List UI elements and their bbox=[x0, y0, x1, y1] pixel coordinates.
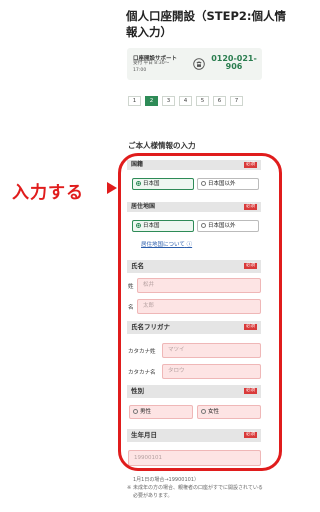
phone-icon bbox=[193, 58, 205, 70]
step-7: 7 bbox=[230, 96, 243, 106]
residence-other-radio[interactable]: 日本国以外 bbox=[197, 220, 259, 232]
kana-sei-label: カタカナ姓 bbox=[128, 349, 156, 355]
required-badge: 必須 bbox=[244, 432, 257, 438]
residence-info-link[interactable]: 居住地国について ⓘ bbox=[141, 240, 192, 248]
nationality-label: 国籍 bbox=[131, 161, 144, 168]
step-indicator: 1 2 3 4 5 6 7 bbox=[128, 96, 243, 106]
kana-header: 氏名フリガナ 必須 bbox=[127, 321, 261, 334]
radio-label: 日本国 bbox=[143, 181, 160, 187]
support-box: 口座開設サポート 受付 平日 8:30〜 17:00 0120-021-906 bbox=[127, 48, 262, 80]
kana-mei-label: カタカナ名 bbox=[128, 370, 156, 376]
annotation-arrow bbox=[107, 182, 117, 194]
sei-input[interactable]: 松井 bbox=[137, 278, 261, 293]
required-badge: 必須 bbox=[244, 324, 257, 330]
step-4: 4 bbox=[179, 96, 192, 106]
residence-header: 居住地国 必須 bbox=[127, 202, 261, 212]
radio-label: 女性 bbox=[208, 409, 220, 415]
required-badge: 必須 bbox=[244, 162, 257, 168]
radio-dot bbox=[136, 181, 141, 186]
page-title: 個人口座開設（STEP2:個人情報入力） bbox=[126, 9, 287, 39]
gender-header: 性別 必須 bbox=[127, 385, 261, 398]
note-item: 1月1日の場合→19900101） bbox=[127, 476, 267, 484]
radio-label: 日本国 bbox=[143, 223, 160, 229]
radio-dot bbox=[136, 223, 141, 228]
section-title: ご本人様情報の入力 bbox=[128, 141, 196, 150]
support-hours: 受付 平日 8:30〜 17:00 bbox=[133, 61, 170, 73]
help-icon: ⓘ bbox=[186, 242, 193, 248]
residence-label: 居住地国 bbox=[131, 203, 156, 210]
required-badge: 必須 bbox=[244, 388, 257, 394]
name-label: 氏名 bbox=[131, 262, 144, 270]
radio-dot bbox=[201, 181, 206, 186]
kana-label: 氏名フリガナ bbox=[131, 323, 170, 331]
name-header: 氏名 必須 bbox=[127, 260, 261, 273]
mei-input[interactable]: 太郎 bbox=[137, 299, 261, 314]
step-6: 6 bbox=[213, 96, 226, 106]
notes: 1月1日の場合→19900101） ※ 未成年の方の場合、親権者の口座がすでに開設… bbox=[127, 476, 267, 500]
birthdate-label: 生年月日 bbox=[131, 431, 157, 439]
bullet: ※ bbox=[127, 485, 132, 491]
residence-japan-radio[interactable]: 日本国 bbox=[132, 220, 194, 232]
nationality-other-radio[interactable]: 日本国以外 bbox=[197, 178, 259, 190]
radio-dot bbox=[133, 409, 138, 414]
annotation-label: 入力する bbox=[12, 183, 84, 203]
radio-label: 日本国以外 bbox=[208, 181, 236, 187]
kana-mei-input[interactable]: タロウ bbox=[162, 364, 261, 379]
radio-dot bbox=[201, 223, 206, 228]
radio-label: 男性 bbox=[140, 409, 152, 415]
note-text: 1月1日の場合→19900101） bbox=[133, 477, 200, 483]
note-item: ※ 未成年の方の場合、親権者の口座がすでに開設されている必要があります。 bbox=[127, 484, 267, 500]
radio-dot bbox=[201, 409, 206, 414]
nationality-header: 国籍 必須 bbox=[127, 160, 261, 170]
gender-male-radio[interactable]: 男性 bbox=[129, 405, 193, 419]
gender-female-radio[interactable]: 女性 bbox=[197, 405, 261, 419]
step-1: 1 bbox=[128, 96, 141, 106]
step-3: 3 bbox=[162, 96, 175, 106]
note-text: 未成年の方の場合、親権者の口座がすでに開設されている必要があります。 bbox=[133, 485, 263, 499]
sei-label: 姓 bbox=[128, 284, 134, 290]
gender-label: 性別 bbox=[131, 387, 144, 395]
link-text: 居住地国について bbox=[141, 242, 185, 248]
radio-label: 日本国以外 bbox=[208, 223, 236, 229]
step-5: 5 bbox=[196, 96, 209, 106]
support-phone-number[interactable]: 0120-021-906 bbox=[211, 55, 257, 71]
mei-label: 名 bbox=[128, 305, 134, 311]
birthdate-input[interactable]: 19900101 bbox=[128, 450, 261, 466]
step-2-current: 2 bbox=[145, 96, 158, 106]
nationality-japan-radio[interactable]: 日本国 bbox=[132, 178, 194, 190]
kana-sei-input[interactable]: マツイ bbox=[162, 343, 261, 358]
required-badge: 必須 bbox=[244, 263, 257, 269]
required-badge: 必須 bbox=[244, 204, 257, 210]
birthdate-header: 生年月日 必須 bbox=[127, 429, 261, 442]
